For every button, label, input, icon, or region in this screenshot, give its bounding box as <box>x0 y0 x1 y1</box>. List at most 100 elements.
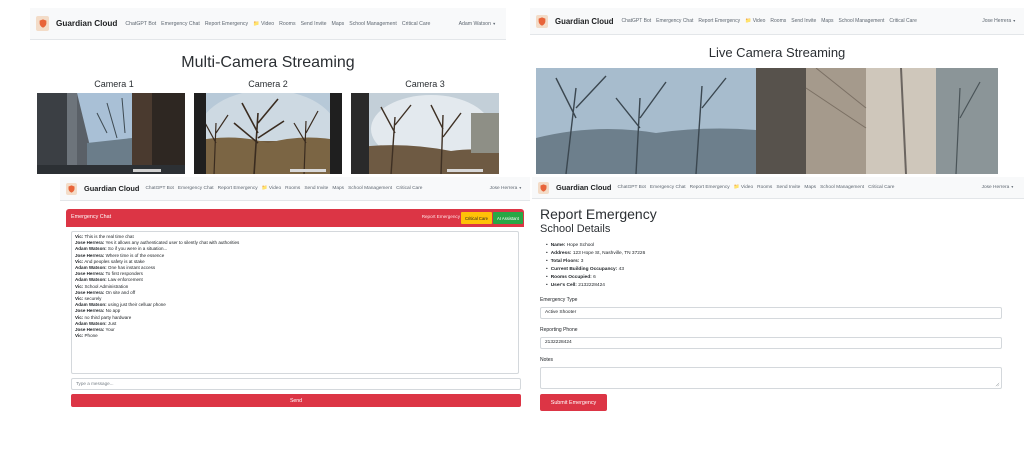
detail-value: 43 <box>617 267 624 272</box>
school-detail-item: User's Cell: 2132228424 <box>546 282 645 290</box>
school-detail-item: Current Building Occupancy: 43 <box>546 266 645 274</box>
school-detail-item: Rooms Occupied: 6 <box>546 274 645 282</box>
submit-emergency-button[interactable]: Submit Emergency <box>540 394 607 411</box>
detail-label: Total Floors: <box>550 259 580 264</box>
brand-link[interactable]: Guardian Cloud <box>84 184 139 193</box>
nav-link-critical-care[interactable]: Critical Care <box>402 21 431 27</box>
nav-link-maps[interactable]: Maps <box>332 186 344 191</box>
chevron-down-icon: ▼ <box>1012 19 1016 23</box>
nav-link-school-management[interactable]: School Management <box>349 21 397 27</box>
nav-link-chatgpt-bot[interactable]: ChatGPT Bot <box>145 186 173 191</box>
detail-label: Name: <box>550 243 566 248</box>
shield-logo-icon[interactable] <box>536 14 548 28</box>
nav-link-video[interactable]: 📁 Video <box>734 185 754 190</box>
school-detail-item: Name: Hope School <box>546 242 645 250</box>
critical-care-button[interactable]: Critical Care <box>461 212 492 224</box>
navbar: Guardian Cloud ChatGPT Bot Emergency Cha… <box>532 177 1024 199</box>
chat-title: Emergency Chat <box>71 214 112 220</box>
resize-handle-icon[interactable] <box>995 382 1000 387</box>
user-menu[interactable]: Jose Herrera ▼ <box>982 18 1016 24</box>
detail-value: Hope School <box>565 243 595 248</box>
shield-logo-icon[interactable] <box>36 16 49 31</box>
user-menu[interactable]: Jose Herrera ▼ <box>490 186 522 191</box>
brand-link[interactable]: Guardian Cloud <box>56 19 117 28</box>
school-details-list: Name: Hope SchoolAddress: 123 Hope St, N… <box>546 242 646 290</box>
message-text: Yes it allows any authenticated user to … <box>104 240 240 246</box>
nav-link-rooms[interactable]: Rooms <box>285 186 300 191</box>
nav-link-rooms[interactable]: Rooms <box>770 18 786 24</box>
nav-link-report-emergency[interactable]: Report Emergency <box>218 186 258 191</box>
notes-label: Notes <box>540 357 554 363</box>
user-menu[interactable]: Jose Herrera ▼ <box>982 185 1014 190</box>
page-title: Multi-Camera Streaming <box>181 54 355 71</box>
nav-link-maps[interactable]: Maps <box>821 18 833 24</box>
report-emergency-link[interactable]: Report Emergency <box>422 214 460 219</box>
nav-link-school-management[interactable]: School Management <box>839 18 885 24</box>
nav-link-chatgpt-bot[interactable]: ChatGPT Bot <box>617 185 645 190</box>
shield-logo-icon[interactable] <box>538 181 549 194</box>
shield-logo-icon[interactable] <box>66 182 77 195</box>
message-input[interactable]: Type a message... <box>71 378 521 390</box>
nav-link-send-invite[interactable]: Send Invite <box>301 21 327 27</box>
nav-link-send-invite[interactable]: Send Invite <box>791 18 816 24</box>
chat-card: Emergency Chat Report Emergency Critical… <box>66 209 524 409</box>
notes-textarea[interactable] <box>540 367 1002 389</box>
nav-link-send-invite[interactable]: Send Invite <box>304 186 328 191</box>
nav-link-video[interactable]: 📁 Video <box>262 186 282 191</box>
detail-value: 3 <box>579 259 584 264</box>
emergency-chat-screen: Guardian Cloud ChatGPT Bot Emergency Cha… <box>60 177 530 423</box>
nav-link-video[interactable]: 📁 Video <box>253 21 274 27</box>
message-text: On site and off <box>104 289 136 295</box>
chevron-down-icon: ▼ <box>492 21 496 26</box>
message-sender: Jose Herrera: <box>75 289 105 295</box>
ai-assistant-button[interactable]: AI Assistant <box>493 212 523 224</box>
nav-link-emergency-chat[interactable]: Emergency Chat <box>656 18 693 24</box>
nav-link-critical-care[interactable]: Critical Care <box>889 18 917 24</box>
report-emergency-screen: Guardian Cloud ChatGPT Bot Emergency Cha… <box>532 177 1024 424</box>
nav-link-report-emergency[interactable]: Report Emergency <box>205 21 248 27</box>
send-button[interactable]: Send <box>71 394 521 407</box>
message-sender: Jose Herrera: <box>75 240 105 246</box>
nav-link-critical-care[interactable]: Critical Care <box>396 186 422 191</box>
brand-link[interactable]: Guardian Cloud <box>555 17 613 26</box>
message-text: One has instant access <box>106 265 156 271</box>
user-menu[interactable]: Adam Watson ▼ <box>459 21 496 27</box>
camera-2-feed <box>194 93 342 174</box>
nav-link-school-management[interactable]: School Management <box>820 185 864 190</box>
nav-link-emergency-chat[interactable]: Emergency Chat <box>161 21 200 27</box>
user-name: Jose Herrera <box>489 186 518 191</box>
nav-link-chatgpt-bot[interactable]: ChatGPT Bot <box>125 21 156 27</box>
nav-link-video[interactable]: 📁 Video <box>745 18 765 24</box>
navbar: Guardian Cloud ChatGPT Bot Emergency Cha… <box>60 177 530 201</box>
message-text: This is the real time chat <box>83 234 134 239</box>
live-camera-screen: Guardian Cloud ChatGPT Bot Emergency Cha… <box>530 8 1024 174</box>
navbar: Guardian Cloud ChatGPT Bot Emergency Cha… <box>30 8 506 40</box>
detail-label: User's Cell: <box>550 283 577 288</box>
nav-link-rooms[interactable]: Rooms <box>757 185 772 190</box>
nav-link-school-management[interactable]: School Management <box>348 186 392 191</box>
message-text: Your <box>104 327 115 333</box>
message-text: Just <box>106 320 117 326</box>
nav-link-send-invite[interactable]: Send Invite <box>776 185 800 190</box>
nav-link-maps[interactable]: Maps <box>804 185 816 190</box>
nav-link-critical-care[interactable]: Critical Care <box>868 185 894 190</box>
message-list[interactable]: Vic: This is the real time chat Jose Herr… <box>71 231 519 374</box>
reporting-phone-input[interactable]: 2132228424 <box>540 337 1002 349</box>
chat-header: Emergency Chat Report Emergency Critical… <box>66 209 524 227</box>
message-sender: Adam Watson: <box>75 320 107 326</box>
chevron-down-icon: ▼ <box>518 186 522 190</box>
school-detail-item: Total Floors: 3 <box>546 258 645 266</box>
detail-label: Address: <box>550 251 572 256</box>
nav-link-report-emergency[interactable]: Report Emergency <box>690 185 730 190</box>
emergency-type-select[interactable]: Active Shooter <box>540 307 1002 319</box>
nav-link-maps[interactable]: Maps <box>332 21 345 27</box>
nav-link-rooms[interactable]: Rooms <box>279 21 295 27</box>
nav-link-report-emergency[interactable]: Report Emergency <box>698 18 740 24</box>
brand-link[interactable]: Guardian Cloud <box>556 183 611 192</box>
nav-link-chatgpt-bot[interactable]: ChatGPT Bot <box>621 18 651 24</box>
nav-link-emergency-chat[interactable]: Emergency Chat <box>178 186 214 191</box>
chat-message: Vic: Phone <box>75 333 515 339</box>
message-sender: Adam Watson: <box>75 265 107 271</box>
message-text: Where time is of the essence <box>104 252 165 258</box>
nav-link-emergency-chat[interactable]: Emergency Chat <box>650 185 686 190</box>
